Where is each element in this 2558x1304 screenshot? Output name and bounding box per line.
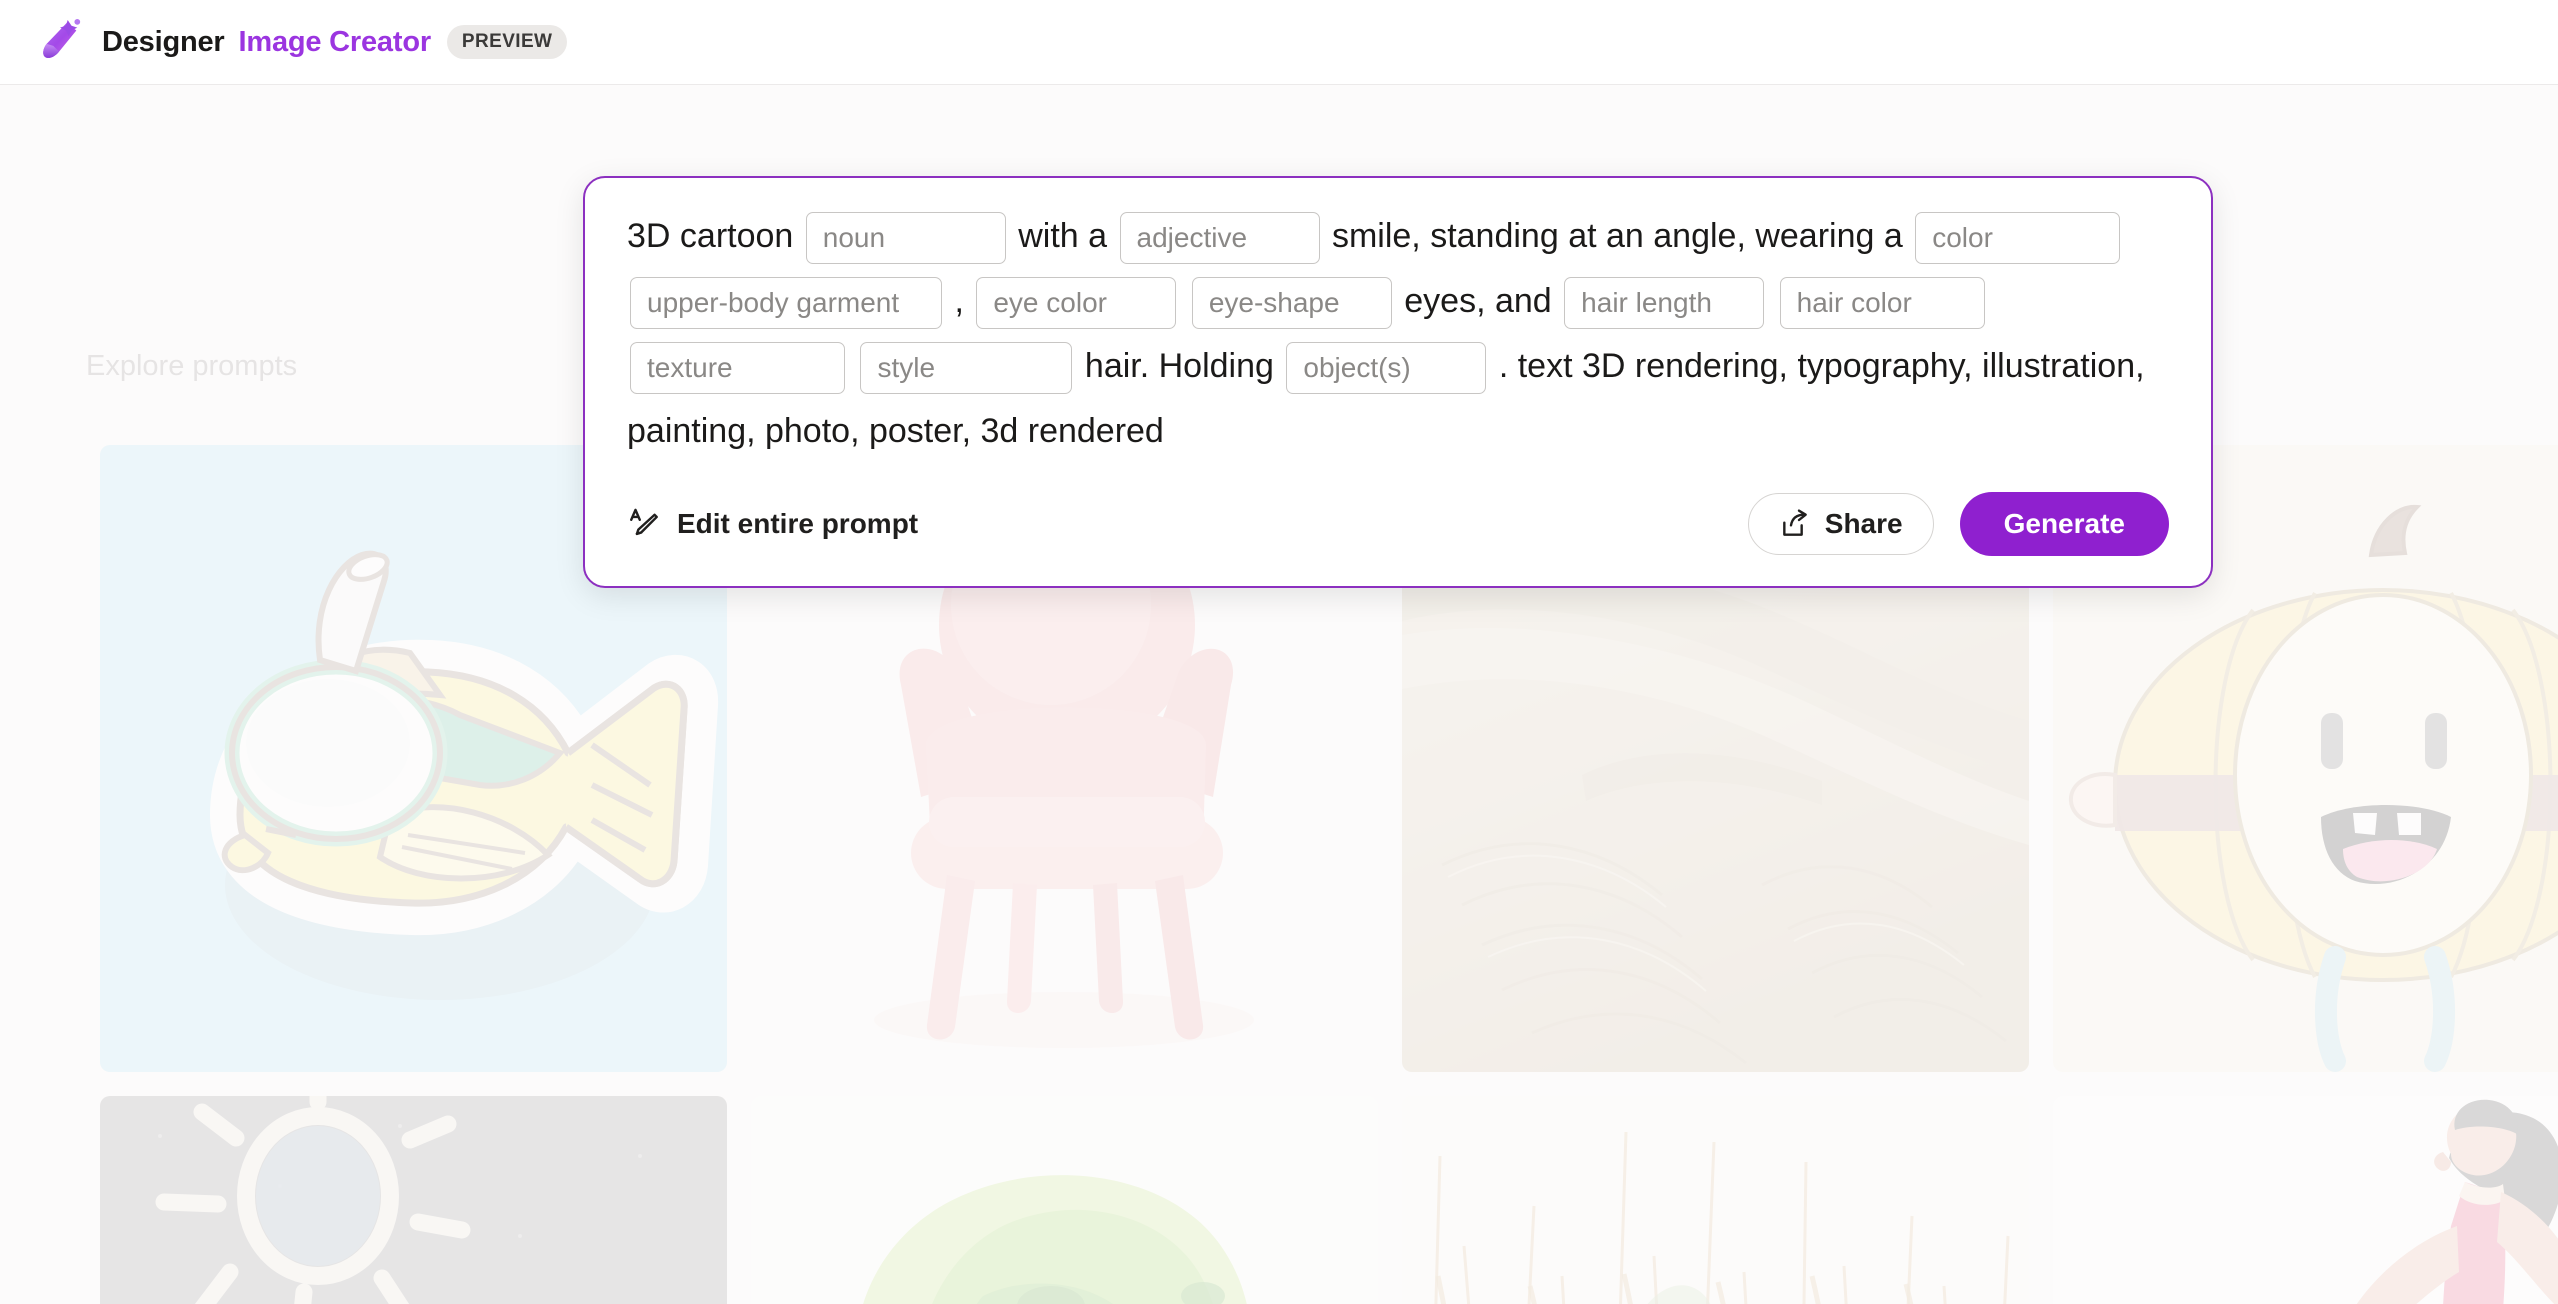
- prompt-static-text-3: smile, standing at an angle, wearing a: [1331, 217, 1903, 255]
- slot-texture-input[interactable]: [630, 342, 845, 395]
- slot-upper-body-garment-input[interactable]: [630, 277, 942, 330]
- product-name-label: Image Creator: [238, 25, 432, 58]
- prompt-static-text-6: . text 3D rendering,: [1498, 347, 1788, 385]
- prompt-static-text-1: 3D cartoon: [627, 217, 794, 255]
- gallery-tile-dancer-figure[interactable]: [2053, 1096, 2558, 1304]
- slot-hair-length-input[interactable]: [1564, 277, 1765, 330]
- slot-hair-color-input[interactable]: [1779, 277, 1985, 330]
- gallery-tile-watercolor-tree[interactable]: [751, 1096, 1378, 1304]
- edit-entire-prompt-label: Edit entire prompt: [677, 508, 919, 539]
- prompt-static-text-4: eyes, and: [1404, 282, 1552, 320]
- prompt-static-comma: ,: [954, 282, 964, 320]
- prompt-editor-panel: 3D cartoon with a smile, standing at an …: [583, 176, 2213, 588]
- slot-style-input[interactable]: [860, 342, 1073, 395]
- gallery-tile-wheat-field-sketch[interactable]: [1402, 1096, 2029, 1304]
- slot-objects-input[interactable]: [1286, 342, 1487, 395]
- slot-adjective-input[interactable]: [1119, 212, 1320, 265]
- prompt-static-text-2: with a: [1018, 217, 1108, 255]
- edit-entire-prompt-button[interactable]: Edit entire prompt: [627, 507, 918, 541]
- gallery-tile-chalk-sun-drawing[interactable]: [100, 1096, 727, 1304]
- preview-badge: PREVIEW: [446, 25, 568, 59]
- prompt-footer-actions: Share Generate: [1747, 492, 2169, 556]
- app-name-label: Designer: [102, 25, 225, 58]
- designer-wand-logo-icon: [43, 19, 81, 58]
- edit-text-pen-icon: [627, 507, 661, 541]
- explore-prompts-heading: Explore prompts: [86, 350, 298, 382]
- share-button[interactable]: Share: [1747, 493, 1934, 555]
- generate-button[interactable]: Generate: [1959, 492, 2169, 556]
- slot-eye-color-input[interactable]: [976, 277, 1177, 330]
- slot-eye-shape-input[interactable]: [1191, 277, 1392, 330]
- top-navigation-bar: Designer Image Creator PREVIEW: [0, 0, 2558, 85]
- slot-noun-input[interactable]: [805, 212, 1006, 265]
- prompt-panel-footer: Edit entire prompt Share Generate: [627, 482, 2169, 586]
- share-icon: [1779, 508, 1811, 540]
- prompt-static-text-5: hair. Holding: [1084, 347, 1274, 385]
- app-root: Designer Image Creator PREVIEW Explore p…: [0, 0, 2558, 1304]
- gallery-row-2: [100, 1096, 2558, 1304]
- prompt-template-body: 3D cartoon with a smile, standing at an …: [627, 204, 2169, 482]
- share-label: Share: [1824, 508, 1903, 539]
- slot-color-input[interactable]: [1915, 212, 2121, 265]
